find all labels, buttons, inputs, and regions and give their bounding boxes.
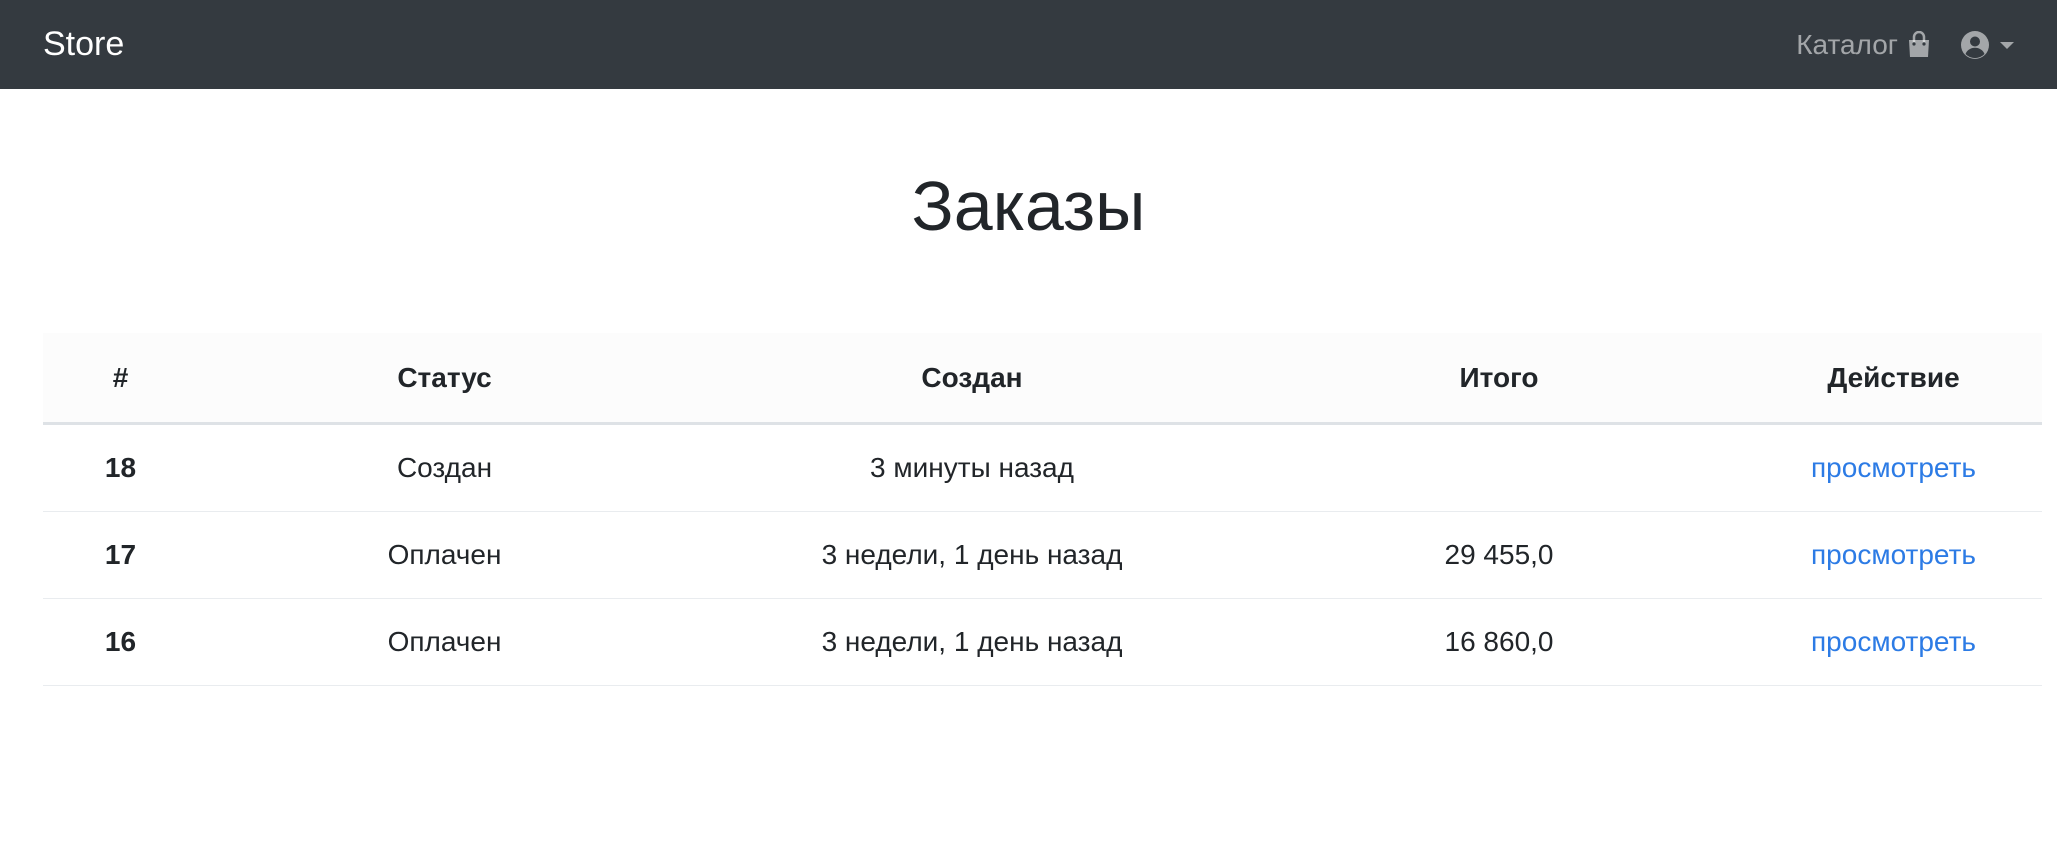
order-created: 3 недели, 1 день назад	[691, 598, 1253, 686]
order-id: 16	[43, 598, 198, 686]
table-row: 16 Оплачен 3 недели, 1 день назад 16 860…	[43, 598, 2042, 686]
page-title: Заказы	[911, 167, 1146, 245]
brand-link[interactable]: Store	[43, 25, 124, 64]
user-menu-dropdown[interactable]	[1960, 30, 2014, 60]
header-id: #	[43, 333, 198, 425]
header-created: Создан	[691, 333, 1253, 425]
catalog-label: Каталог	[1796, 28, 1898, 60]
orders-table-container: # Статус Создан Итого Действие 18 Создан…	[43, 333, 2042, 686]
order-status: Оплачен	[198, 511, 691, 599]
table-header-row: # Статус Создан Итого Действие	[43, 333, 2042, 425]
navbar-right: Каталог	[1796, 29, 2014, 61]
order-action-cell: просмотреть	[1745, 598, 2042, 686]
order-action-cell: просмотреть	[1745, 423, 2042, 512]
top-navbar: Store Каталог	[0, 0, 2057, 89]
order-action-cell: просмотреть	[1745, 511, 2042, 599]
order-total	[1253, 423, 1745, 512]
orders-table: # Статус Создан Итого Действие 18 Создан…	[43, 333, 2042, 686]
view-order-link[interactable]: просмотреть	[1811, 539, 1976, 570]
order-id: 18	[43, 423, 198, 512]
user-circle-icon	[1961, 30, 1989, 59]
order-total: 16 860,0	[1253, 598, 1745, 686]
order-created: 3 минуты назад	[691, 423, 1253, 512]
order-created: 3 недели, 1 день назад	[691, 511, 1253, 599]
shopping-bag-icon	[1909, 30, 1929, 57]
caret-down-icon	[2000, 41, 2014, 49]
header-total: Итого	[1253, 333, 1745, 425]
table-row: 18 Создан 3 минуты назад просмотреть	[43, 423, 2042, 512]
order-total: 29 455,0	[1253, 511, 1745, 599]
catalog-link[interactable]: Каталог	[1796, 29, 1932, 61]
view-order-link[interactable]: просмотреть	[1811, 452, 1976, 483]
order-status: Оплачен	[198, 598, 691, 686]
table-row: 17 Оплачен 3 недели, 1 день назад 29 455…	[43, 511, 2042, 599]
header-action: Действие	[1745, 333, 2042, 425]
view-order-link[interactable]: просмотреть	[1811, 626, 1976, 657]
header-status: Статус	[198, 333, 691, 425]
order-id: 17	[43, 511, 198, 599]
order-status: Создан	[198, 423, 691, 512]
